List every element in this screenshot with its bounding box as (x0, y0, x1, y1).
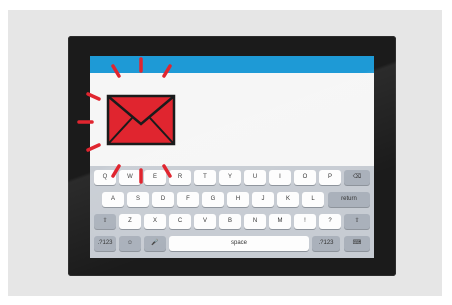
burst-ray (86, 92, 101, 101)
burst-ray (162, 64, 172, 78)
burst-ray (111, 64, 121, 78)
burst-ray (162, 164, 172, 178)
alert-burst-icon (77, 57, 176, 184)
burst-ray (86, 143, 101, 152)
burst-ray (111, 164, 121, 178)
envelope-icon (106, 94, 176, 146)
